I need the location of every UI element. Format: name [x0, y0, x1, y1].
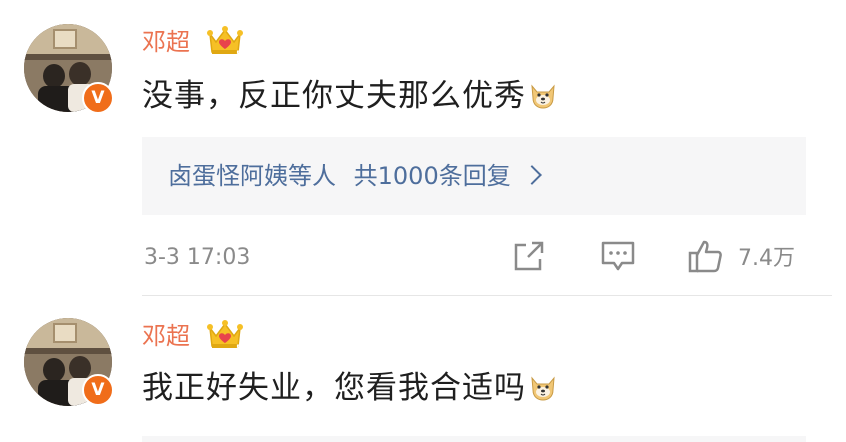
doge-emoji-icon	[531, 376, 555, 401]
comment-text-content: 没事，反正你丈夫那么优秀	[142, 78, 526, 114]
doge-emoji-icon	[531, 84, 555, 109]
like-button[interactable]: 7.4万	[688, 236, 795, 276]
user-name[interactable]: 邓超	[142, 320, 190, 352]
thumbs-up-icon	[688, 240, 722, 273]
replies-summary-partial	[142, 436, 806, 442]
svg-text:5: 5	[236, 50, 242, 58]
svg-text:5: 5	[236, 344, 242, 352]
replies-summary[interactable]: 卤蛋怪阿姨等人 共1000条回复	[142, 137, 806, 215]
reply-button[interactable]	[600, 236, 636, 276]
chevron-right-icon	[521, 165, 542, 185]
replies-count: 共1000条回复	[353, 162, 511, 190]
comment-item: V 邓超 5 我正好失业，您看我合适吗	[0, 296, 846, 442]
like-count: 7.4万	[738, 246, 795, 271]
verified-badge-icon: V	[82, 82, 114, 114]
comment-text: 我正好失业，您看我合适吗	[142, 368, 558, 408]
comment-item: V 邓超 5 没事，反正你丈夫那么优秀 卤蛋怪阿姨等人 共1000条回复 3-3…	[0, 0, 846, 296]
timestamp: 3-3 17:03	[144, 245, 251, 270]
replies-users: 卤蛋怪阿姨等人	[168, 162, 336, 190]
share-icon	[514, 241, 544, 271]
crown-vip-icon[interactable]: 5	[206, 318, 244, 352]
comment-icon	[601, 241, 635, 271]
user-name[interactable]: 邓超	[142, 26, 190, 58]
comment-text-content: 我正好失业，您看我合适吗	[142, 370, 526, 406]
comment-text: 没事，反正你丈夫那么优秀	[142, 76, 558, 116]
crown-vip-icon[interactable]: 5	[206, 24, 244, 58]
share-button[interactable]	[512, 236, 546, 276]
verified-badge-icon: V	[82, 374, 114, 406]
